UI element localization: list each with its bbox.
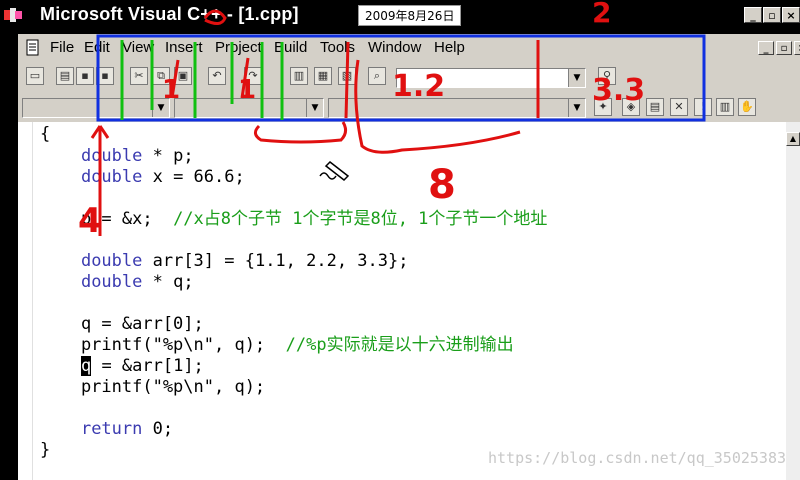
cut-icon[interactable]: ✂ [130,67,148,85]
chevron-down-icon[interactable]: ▼ [152,99,169,117]
undo-icon[interactable]: ↶ [208,67,226,85]
code-line: p = &x; //x占8个子节 1个字节是8位, 1个子节一个地址 [40,209,548,229]
find-in-files-icon[interactable]: ⌕ [368,67,386,85]
maximize-button[interactable]: ▫ [763,7,781,23]
menu-edit[interactable]: Edit [84,39,110,56]
menu-file[interactable]: File [50,39,74,56]
save-all-icon[interactable]: ▪ [96,67,114,85]
code-line: double * q; [80,272,194,292]
menu-view[interactable]: View [122,39,154,56]
output-icon[interactable]: ▦ [314,67,332,85]
date-stamp: 2009年8月26日 [358,5,462,26]
code-line: { [40,124,51,144]
close-button[interactable]: × [782,7,800,23]
hand-icon[interactable]: ✋ [738,98,756,116]
chevron-down-icon[interactable]: ▼ [568,99,585,117]
editor-gutter [18,122,33,480]
members-combo[interactable]: ▼ [328,98,586,118]
code-line: printf("%p\n", q); //%p实际就是以十六进制输出 [40,335,514,355]
menu-tools[interactable]: Tools [320,39,355,56]
code-line: q = &arr[0]; [40,314,204,334]
menu-bar: File Edit View Insert Project Build Tool… [18,34,800,62]
filter-combo[interactable]: ▼ [174,98,324,118]
workspace-icon[interactable]: ▥ [290,67,308,85]
find-combo[interactable]: ▼ [396,68,586,88]
chevron-down-icon[interactable]: ▼ [568,69,585,87]
paste-icon[interactable]: ▣ [174,67,192,85]
watermark: https://blog.csdn.net/qq_35025383 [487,449,786,467]
code-line: double * p; [80,146,194,166]
window-list-icon[interactable]: ▧ [338,67,356,85]
open-folder-icon[interactable]: ▤ [56,67,74,85]
class-wizard-icon[interactable]: ✦ [594,98,612,116]
go-icon[interactable]: ! [694,98,712,116]
standard-toolbar: ▭ ▤ ▪ ▪ ✂ ⧉ ▣ ↶ ↷ ▥ ▦ ▧ ⌕ ▼ ⚲ [18,62,800,94]
code-line: printf("%p\n", q); [40,377,266,397]
code-editor[interactable]: ▲ { double * p; double x = 66.6; p = &x;… [18,122,800,480]
menu-window[interactable]: Window [368,39,421,56]
window-title: Microsoft Visual C++ - [1.cpp] [40,4,299,24]
document-icon[interactable] [24,39,42,57]
menu-insert[interactable]: Insert [165,39,203,56]
code-line: q = &arr[1]; [80,356,204,376]
menu-help[interactable]: Help [434,39,465,56]
new-file-icon[interactable]: ▭ [26,67,44,85]
code-line: double arr[3] = {1.1, 2.2, 3.3}; [80,251,409,271]
menu-project[interactable]: Project [215,39,262,56]
vertical-scrollbar[interactable]: ▲ [786,122,800,480]
find-icon[interactable]: ⚲ [598,67,616,85]
compile-icon[interactable]: ◈ [622,98,640,116]
mdi-minimize-button[interactable]: _ [758,41,774,55]
mdi-close-button[interactable]: × [794,41,800,55]
chevron-down-icon[interactable]: ▼ [306,99,323,117]
code-line: double x = 66.6; [80,167,245,187]
insert-breakpoint-icon[interactable]: ▥ [716,98,734,116]
copy-icon[interactable]: ⧉ [152,67,170,85]
wizard-bar: ▼ ▼ ▼ ✦ ◈ ▤ ✕ ! ▥ ✋ [18,94,800,122]
scroll-up-icon[interactable]: ▲ [786,132,800,146]
title-bar: Microsoft Visual C++ - [1.cpp] 2009年8月26… [0,0,800,32]
minimize-button[interactable]: _ [744,7,762,23]
mdi-restore-button[interactable]: ▫ [776,41,792,55]
build-icon[interactable]: ▤ [646,98,664,116]
save-icon[interactable]: ▪ [76,67,94,85]
redo-icon[interactable]: ↷ [244,67,262,85]
code-line: return 0; [80,419,174,439]
text-cursor: q [80,356,92,376]
menu-build[interactable]: Build [274,39,307,56]
class-combo[interactable]: ▼ [22,98,170,118]
code-line: } [40,440,51,460]
visual-cpp-icon [4,8,22,22]
stop-build-icon[interactable]: ✕ [670,98,688,116]
